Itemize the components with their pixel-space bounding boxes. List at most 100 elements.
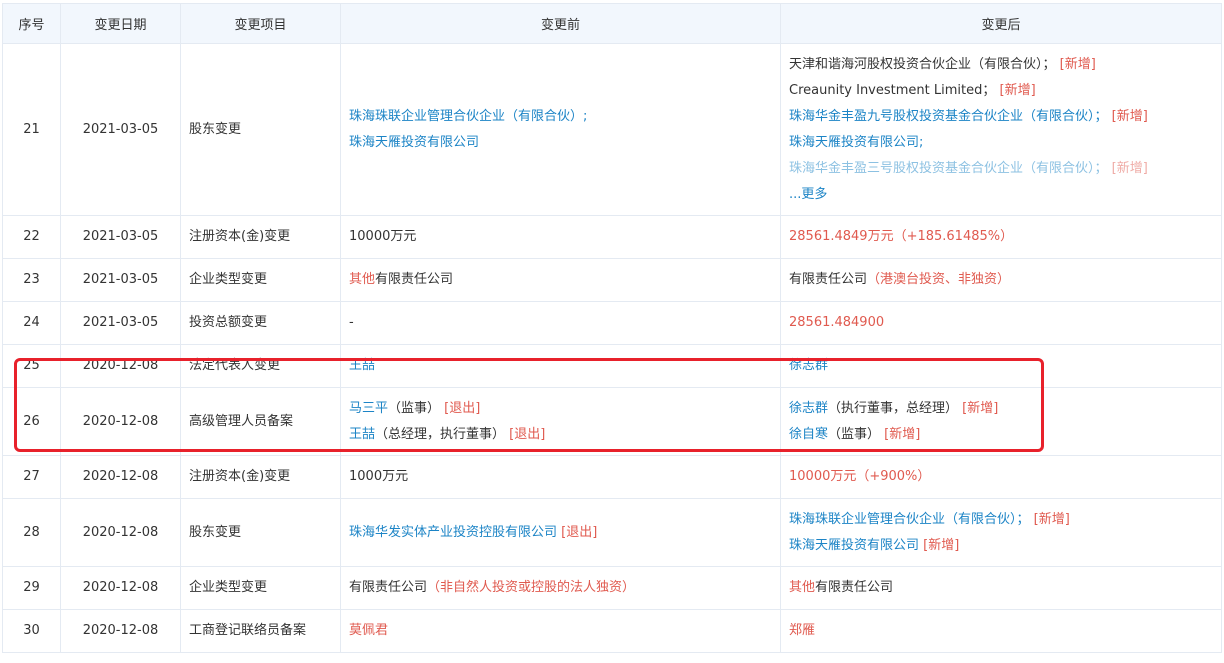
cell-date: 2020-12-08 bbox=[60, 498, 181, 567]
cell-item: 股东变更 bbox=[180, 43, 341, 216]
change-tag: [新增] bbox=[1107, 160, 1148, 176]
cell-before: 珠海华发实体产业投资控股有限公司 [退出] bbox=[340, 498, 781, 567]
table-row: 23 2021-03-05 企业类型变更 其他有限责任公司 有限责任公司（港澳台投资、非… bbox=[2, 258, 1222, 302]
cell-text: 其他 bbox=[349, 272, 376, 287]
cell-line: 徐自寒（监事） [新增] bbox=[789, 422, 1213, 448]
cell-after: 郑雁 bbox=[780, 609, 1222, 653]
entity-link[interactable]: 珠海天雁投资有限公司 bbox=[349, 135, 479, 150]
cell-date: 2020-12-08 bbox=[60, 609, 181, 653]
cell-after: 徐志群 bbox=[780, 344, 1222, 388]
entity-link[interactable]: 王喆 bbox=[349, 358, 375, 373]
entity-link[interactable]: 珠海珠联企业管理合伙企业（有限合伙）； bbox=[789, 512, 1030, 527]
cell-before: 1000万元 bbox=[340, 455, 781, 499]
cell-text: （执行董事，总经理） bbox=[828, 400, 959, 416]
cell-line: 马三平（监事） [退出] bbox=[349, 396, 772, 422]
cell-no: 22 bbox=[2, 215, 61, 259]
table-row: 29 2020-12-08 企业类型变更 有限责任公司（非自然人投资或控股的法人独资）… bbox=[2, 566, 1222, 610]
entity-link[interactable]: 徐自寒 bbox=[789, 427, 828, 442]
cell-before: 有限责任公司（非自然人投资或控股的法人独资） bbox=[340, 566, 781, 610]
entity-link[interactable]: 徐志群 bbox=[789, 401, 828, 416]
change-tag: [新增] bbox=[880, 426, 921, 442]
cell-date: 2020-12-08 bbox=[60, 387, 181, 456]
table-row: 25 2020-12-08 法定代表人变更 王喆 徐志群 bbox=[2, 344, 1222, 388]
cell-text: 1000万元 bbox=[349, 469, 409, 484]
change-tag: [退出] bbox=[557, 524, 598, 540]
cell-line: 珠海华金丰盈九号股权投资基金合伙企业（有限合伙）； [新增] bbox=[789, 104, 1213, 130]
cell-text: 天津和谐海河股权投资合伙企业（有限合伙）； bbox=[789, 56, 1056, 72]
cell-line: 珠海天雁投资有限公司 [新增] bbox=[789, 533, 1213, 559]
cell-line: - bbox=[349, 310, 772, 336]
table-row: 30 2020-12-08 工商登记联络员备案 莫佩君 郑雁 bbox=[2, 609, 1222, 653]
entity-link[interactable]: 王喆 bbox=[349, 427, 375, 442]
cell-text: - bbox=[349, 315, 354, 330]
cell-no: 23 bbox=[2, 258, 61, 302]
cell-line: 珠海珠联企业管理合伙企业（有限合伙）； [新增] bbox=[789, 507, 1213, 533]
cell-line: 王喆 bbox=[349, 353, 772, 379]
cell-no: 28 bbox=[2, 498, 61, 567]
cell-before: - bbox=[340, 301, 781, 345]
cell-after: 10000万元（+900%） bbox=[780, 455, 1222, 499]
header-date: 变更日期 bbox=[60, 3, 181, 44]
cell-no: 24 bbox=[2, 301, 61, 345]
cell-line: 其他有限责任公司 bbox=[789, 575, 1213, 601]
table-header-row: 序号 变更日期 变更项目 变更前 变更后 bbox=[2, 3, 1222, 44]
table-row: 28 2020-12-08 股东变更 珠海华发实体产业投资控股有限公司 [退出] 珠海珠… bbox=[2, 498, 1222, 567]
cell-before: 珠海珠联企业管理合伙企业（有限合伙）; 珠海天雁投资有限公司 bbox=[340, 43, 781, 216]
cell-text: 10000万元（+900%） bbox=[789, 469, 931, 484]
cell-after: 有限责任公司（港澳台投资、非独资） bbox=[780, 258, 1222, 302]
change-tag: [新增] bbox=[1055, 56, 1096, 72]
cell-text: 有限责任公司 bbox=[815, 580, 894, 595]
cell-no: 25 bbox=[2, 344, 61, 388]
cell-text: 有限责任公司 bbox=[375, 272, 454, 287]
entity-link[interactable]: 珠海华金丰盈九号股权投资基金合伙企业（有限合伙）； bbox=[789, 109, 1108, 124]
change-tag: [退出] bbox=[505, 426, 546, 442]
cell-text: （监事） bbox=[828, 426, 881, 442]
cell-line: 珠海珠联企业管理合伙企业（有限合伙）; bbox=[349, 104, 772, 130]
cell-date: 2020-12-08 bbox=[60, 566, 181, 610]
cell-before: 马三平（监事） [退出] 王喆（总经理，执行董事） [退出] bbox=[340, 387, 781, 456]
cell-text: （总经理，执行董事） bbox=[375, 426, 506, 442]
more-link[interactable]: ...更多 bbox=[789, 182, 1213, 208]
cell-before: 王喆 bbox=[340, 344, 781, 388]
cell-text: 28561.4849万元（+185.61485%） bbox=[789, 229, 1014, 244]
entity-link[interactable]: 珠海珠联企业管理合伙企业（有限合伙）; bbox=[349, 109, 587, 124]
cell-date: 2021-03-05 bbox=[60, 43, 181, 216]
cell-line: 28561.4849万元（+185.61485%） bbox=[789, 224, 1213, 250]
cell-line: 10000万元 bbox=[349, 224, 772, 250]
header-item: 变更项目 bbox=[180, 3, 341, 44]
cell-item: 股东变更 bbox=[180, 498, 341, 567]
cell-line: 王喆（总经理，执行董事） [退出] bbox=[349, 422, 772, 448]
cell-text: （监事） bbox=[388, 400, 441, 416]
entity-link[interactable]: 徐志群 bbox=[789, 358, 828, 373]
change-tag: [新增] bbox=[995, 82, 1036, 98]
cell-before: 10000万元 bbox=[340, 215, 781, 259]
change-tag: [新增] bbox=[958, 400, 999, 416]
cell-line: 珠海天雁投资有限公司; bbox=[789, 130, 1213, 156]
cell-no: 26 bbox=[2, 387, 61, 456]
cell-after: 28561.4849万元（+185.61485%） bbox=[780, 215, 1222, 259]
cell-after: 珠海珠联企业管理合伙企业（有限合伙）； [新增] 珠海天雁投资有限公司 [新增] bbox=[780, 498, 1222, 567]
cell-item: 高级管理人员备案 bbox=[180, 387, 341, 456]
entity-link[interactable]: 珠海天雁投资有限公司 bbox=[789, 538, 919, 553]
cell-text: Creaunity Investment Limited； bbox=[789, 82, 996, 98]
cell-line: 珠海华金丰盈三号股权投资基金合伙企业（有限合伙）； [新增] bbox=[789, 156, 1213, 182]
change-tag: [新增] bbox=[1107, 108, 1148, 124]
entity-link[interactable]: 珠海天雁投资有限公司; bbox=[789, 135, 923, 150]
cell-no: 30 bbox=[2, 609, 61, 653]
cell-item: 工商登记联络员备案 bbox=[180, 609, 341, 653]
table-row: 24 2021-03-05 投资总额变更 - 28561.484900 bbox=[2, 301, 1222, 345]
cell-date: 2021-03-05 bbox=[60, 301, 181, 345]
header-after: 变更后 bbox=[780, 3, 1222, 44]
cell-no: 29 bbox=[2, 566, 61, 610]
entity-link[interactable]: 马三平 bbox=[349, 401, 388, 416]
entity-link[interactable]: 珠海华发实体产业投资控股有限公司 bbox=[349, 525, 557, 540]
cell-text: 28561.484900 bbox=[789, 315, 885, 330]
table-row: 26 2020-12-08 高级管理人员备案 马三平（监事） [退出] 王喆（总经理，执… bbox=[2, 387, 1222, 456]
entity-link[interactable]: 珠海华金丰盈三号股权投资基金合伙企业（有限合伙）； bbox=[789, 161, 1108, 176]
cell-item: 注册资本(金)变更 bbox=[180, 455, 341, 499]
cell-item: 注册资本(金)变更 bbox=[180, 215, 341, 259]
cell-line: 有限责任公司（港澳台投资、非独资） bbox=[789, 267, 1213, 293]
cell-date: 2020-12-08 bbox=[60, 344, 181, 388]
cell-line: 有限责任公司（非自然人投资或控股的法人独资） bbox=[349, 575, 772, 601]
cell-line: 1000万元 bbox=[349, 464, 772, 490]
